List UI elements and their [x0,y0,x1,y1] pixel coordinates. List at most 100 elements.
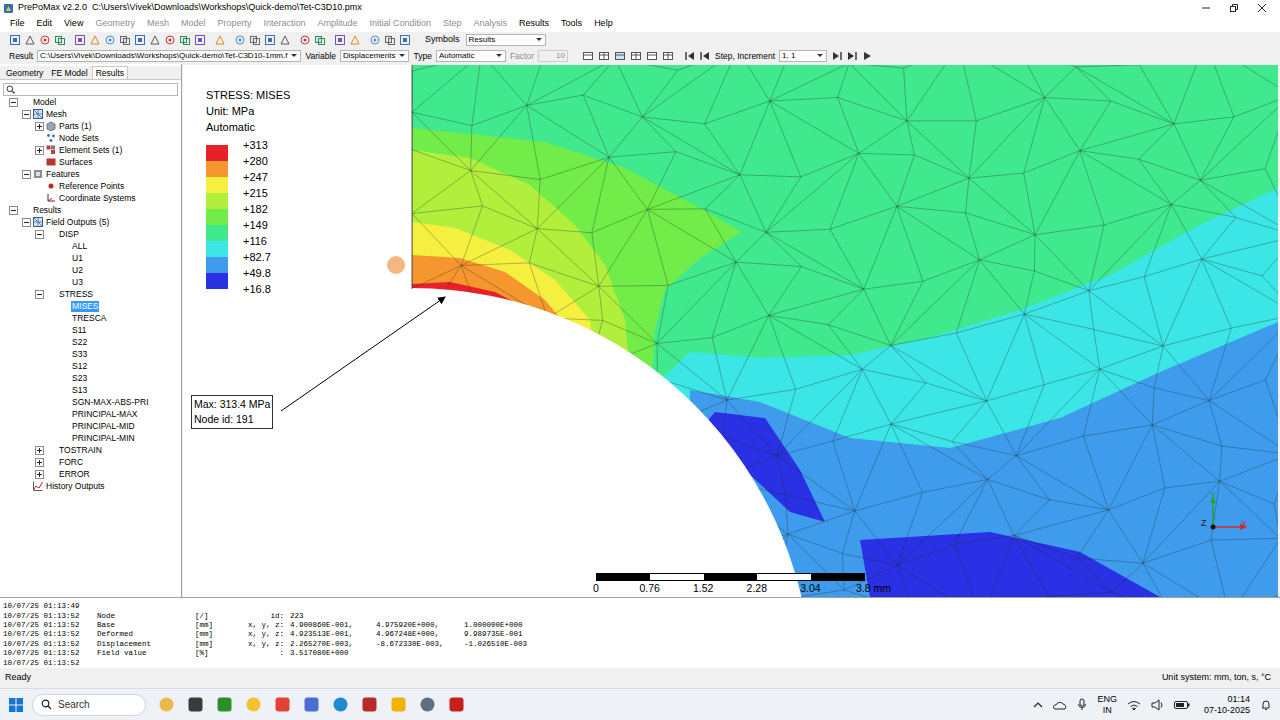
previous-increment-icon[interactable] [699,50,711,62]
tree-item[interactable]: U1 [0,252,181,264]
tool-icon[interactable] [314,34,326,46]
taskbar-app-icon[interactable] [332,696,349,713]
tree-item[interactable]: TRESCA [0,312,181,324]
tree-item[interactable]: Node Sets [0,132,181,144]
menu-item[interactable]: Geometry [89,17,141,31]
tool-icon[interactable] [194,34,206,46]
tree-search[interactable] [3,83,178,96]
tree-item[interactable]: TOSTRAIN [0,444,181,456]
notification-icon[interactable] [1260,699,1272,711]
tree-item[interactable]: Surfaces [0,156,181,168]
max-value-annotation[interactable]: Max: 313.4 MPaNode id: 191 [191,395,273,429]
clock[interactable]: 01:1407-10-2025 [1204,694,1250,716]
show-hidden-icon[interactable] [1033,700,1043,710]
tree-item[interactable]: U2 [0,264,181,276]
tree-item[interactable]: S33 [0,348,181,360]
tree-item[interactable]: S22 [0,336,181,348]
tool-icon[interactable] [9,34,21,46]
expand-icon[interactable] [35,458,44,467]
tool-icon[interactable] [119,34,131,46]
dropdown-arrow-icon[interactable] [816,52,824,60]
close-icon[interactable] [1257,3,1267,13]
tree-item[interactable]: Mesh [0,108,181,120]
tool-icon[interactable] [349,34,361,46]
taskbar-app-icon[interactable] [390,696,407,713]
tool-icon[interactable] [384,34,396,46]
windows-start-icon[interactable] [8,697,24,713]
microphone-icon[interactable] [1077,698,1087,711]
variable-dropdown[interactable]: Displacements [340,50,409,62]
tool-icon[interactable] [104,34,116,46]
taskbar-search[interactable]: Search [32,694,146,716]
collapse-icon[interactable] [35,230,44,239]
factor-input[interactable]: 10 [538,50,568,62]
dropdown-arrow-icon[interactable] [495,52,503,60]
tool-icon[interactable] [249,34,261,46]
menu-item[interactable]: Edit [31,17,59,31]
tool-icon[interactable] [164,34,176,46]
tool-icon[interactable] [134,34,146,46]
menu-item[interactable]: Interaction [257,17,311,31]
tree-item[interactable]: SGN-MAX-ABS-PRI [0,396,181,408]
menu-item[interactable]: Help [588,17,619,31]
tool-icon[interactable] [214,34,226,46]
tree-item[interactable]: Model [0,96,181,108]
collapse-icon[interactable] [35,290,44,299]
tool-icon[interactable] [179,34,191,46]
tree-item[interactable]: Results [0,204,181,216]
taskbar-app-icon[interactable] [245,696,262,713]
dropdown-arrow-icon[interactable] [398,52,406,60]
tree-item[interactable]: S13 [0,384,181,396]
view-mode-icon[interactable] [614,50,626,62]
tree-item[interactable]: PRINCIPAL-MIN [0,432,181,444]
dropdown-arrow-icon[interactable] [290,52,298,60]
restore-icon[interactable] [1229,3,1239,13]
menu-item[interactable]: Step [437,17,468,31]
tree-item[interactable]: Field Outputs (5) [0,216,181,228]
tool-icon[interactable] [369,34,381,46]
tree-item[interactable]: ERROR [0,468,181,480]
last-increment-icon[interactable] [846,50,858,62]
wifi-icon[interactable] [1127,699,1141,711]
taskbar-app-icon[interactable] [361,696,378,713]
tree-item[interactable]: S23 [0,372,181,384]
tool-icon[interactable] [149,34,161,46]
tree-item[interactable]: Element Sets (1) [0,144,181,156]
collapse-icon[interactable] [22,170,31,179]
view-mode-icon[interactable] [662,50,674,62]
collapse-icon[interactable] [9,98,18,107]
tool-icon[interactable] [264,34,276,46]
tool-icon[interactable] [334,34,346,46]
type-dropdown[interactable]: Automatic [436,50,506,62]
symbols-dropdown[interactable]: Results [466,34,546,46]
tree-item[interactable]: PRINCIPAL-MID [0,420,181,432]
tool-icon[interactable] [89,34,101,46]
tool-icon[interactable] [39,34,51,46]
view-mode-icon[interactable] [630,50,642,62]
tree-item[interactable]: U3 [0,276,181,288]
tree-search-input[interactable] [15,85,175,95]
tree-item[interactable]: ALL [0,240,181,252]
minimize-icon[interactable] [1201,3,1211,13]
tree-item[interactable]: DISP [0,228,181,240]
tree-item[interactable]: S12 [0,360,181,372]
contour-plot[interactable] [183,65,1278,597]
panel-tab[interactable]: FE Model [47,66,91,79]
first-increment-icon[interactable] [684,50,696,62]
menu-item[interactable]: Amplitude [311,17,363,31]
tool-icon[interactable] [299,34,311,46]
taskbar-app-icon[interactable] [274,696,291,713]
tree-item[interactable]: FORC [0,456,181,468]
collapse-icon[interactable] [9,206,18,215]
expand-icon[interactable] [35,146,44,155]
menu-item[interactable]: Mesh [141,17,175,31]
menu-item[interactable]: Analysis [468,17,514,31]
tree-item[interactable]: MISES [0,300,181,312]
taskbar-app-icon[interactable] [216,696,233,713]
panel-tab[interactable]: Geometry [2,66,47,79]
expand-icon[interactable] [35,470,44,479]
collapse-icon[interactable] [22,110,31,119]
tree-item[interactable]: Parts (1) [0,120,181,132]
input-language[interactable]: ENGIN [1097,694,1117,716]
graphics-viewport[interactable]: STRESS: MISESUnit: MPaAutomatic+313+280+… [183,65,1278,597]
